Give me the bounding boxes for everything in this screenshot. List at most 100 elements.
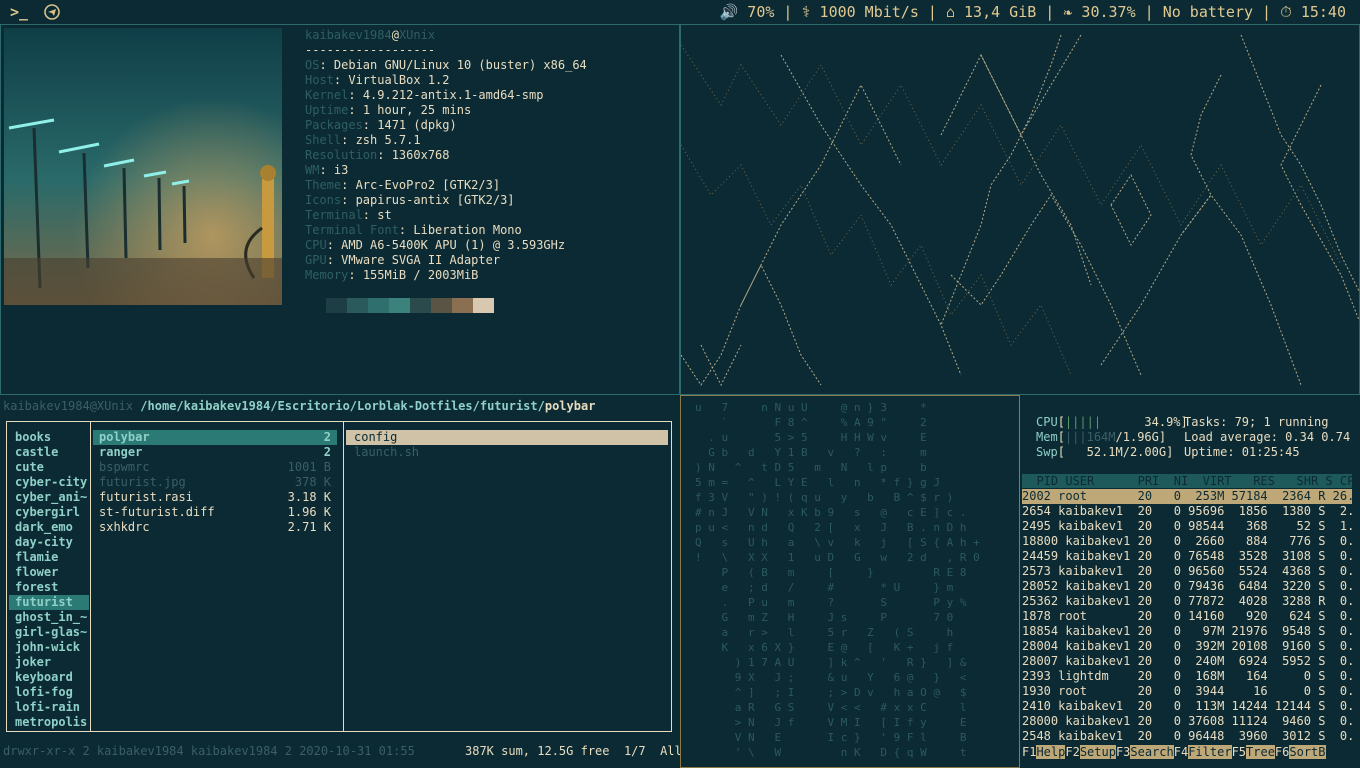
parent-dir-item[interactable]: forest <box>9 580 89 595</box>
matrix-line: u 7 n N u U @ n } 3 * <box>695 401 927 414</box>
matrix-line: Q s U h a \ v k j [ S { A h + <box>695 536 980 549</box>
file-item[interactable]: futurist.rasi 3.18 K <box>93 490 337 505</box>
color-swatch <box>347 298 368 313</box>
info-value: 1471 (dpkg) <box>377 118 457 132</box>
parent-dir-item[interactable]: joker <box>9 655 89 670</box>
status-modules: 🔊 70% | ⚕ 1000 Mbit/s | ⌂ 13,4 GiB | ❧ 3… <box>719 3 1346 21</box>
telegram-icon[interactable] <box>44 4 60 24</box>
ranger-columns: books castle cute cyber-city cyber_ani~ cyber… <box>6 421 672 732</box>
process-row[interactable]: 2573 kaibakev1 20 0 96560 5524 4368 S 0. <box>1022 564 1354 579</box>
system-info: kaibakev1984@XUnix ------------------ OS… <box>305 28 587 282</box>
parent-dir-item[interactable]: futurist <box>9 595 89 610</box>
file-info: 3.18 K <box>287 490 331 504</box>
fkey-label[interactable]: F2 <box>1065 745 1079 759</box>
at-sign: @ <box>391 28 399 42</box>
mem-meter: Mem[|||164M/1.96G] <box>1036 430 1167 444</box>
parent-dir-item[interactable]: cybergirl <box>9 505 89 520</box>
preview-item[interactable]: config <box>346 430 668 445</box>
info-value: Liberation Mono <box>413 223 522 237</box>
fkey-label[interactable]: F5 <box>1232 745 1246 759</box>
ranger-file-manager[interactable]: kaibakev1984@XUnix /home/kaibakev1984/Es… <box>0 395 682 768</box>
parent-dir-item[interactable]: flower <box>9 565 89 580</box>
process-row[interactable]: 28000 kaibakev1 20 0 37608 11124 9460 S … <box>1022 714 1354 729</box>
info-key: OS <box>305 58 320 72</box>
process-row[interactable]: 28004 kaibakev1 20 0 392M 20108 9160 S 0… <box>1022 639 1354 654</box>
info-key: Memory <box>305 268 349 282</box>
fkey-action[interactable]: Setup <box>1079 745 1116 759</box>
matrix-line: p u < n d Q 2 [ x J B . n D h <box>695 521 967 534</box>
fkey-action[interactable]: Help <box>1036 745 1066 759</box>
info-key: GPU <box>305 253 327 267</box>
parent-dir-item[interactable]: lofi-fog <box>9 685 89 700</box>
parent-dir-item[interactable]: girl-glas~ <box>9 625 89 640</box>
process-row[interactable]: 24459 kaibakev1 20 0 76548 3528 3108 S 0… <box>1022 549 1354 564</box>
top-bar: >_ 🔊 70% | ⚕ 1000 Mbit/s | ⌂ 13,4 GiB | … <box>0 0 1360 24</box>
fkey-label[interactable]: F1 <box>1022 745 1036 759</box>
parent-dir-item[interactable]: day-city <box>9 535 89 550</box>
fkey-action[interactable]: SortB <box>1289 745 1326 759</box>
parent-dir-item[interactable]: dark_emo <box>9 520 89 535</box>
parent-dir-item[interactable]: john-wick <box>9 640 89 655</box>
fkey-label[interactable]: F3 <box>1116 745 1130 759</box>
file-item[interactable]: futurist.jpg 378 K <box>93 475 337 490</box>
terminal-icon[interactable]: >_ <box>10 3 28 21</box>
info-value: papirus-antix [GTK2/3] <box>355 193 515 207</box>
process-row[interactable]: 2654 kaibakev1 20 0 95696 1856 1380 S 2. <box>1022 504 1354 519</box>
file-item[interactable]: st-futurist.diff 1.96 K <box>93 505 337 520</box>
file-info: 2 <box>323 445 331 459</box>
file-info: 2.71 K <box>287 520 331 534</box>
process-row[interactable]: 1930 root 20 0 3944 16 0 S 0. <box>1022 684 1354 699</box>
file-name: st-futurist.diff <box>99 505 215 519</box>
process-row[interactable]: 2548 kaibakev1 20 0 96448 3960 3012 S 0. <box>1022 729 1354 744</box>
parent-dir-item[interactable]: cyber-city <box>9 475 89 490</box>
color-palette <box>326 298 494 313</box>
info-value: st <box>377 208 392 222</box>
matrix-text: u 7 n N u U @ n } 3 * ` F 8 ^ % A 9 " 2 … <box>695 400 980 760</box>
info-value: Arc-EvoPro2 [GTK2/3] <box>355 178 501 192</box>
uptime: Uptime: 01:25:45 <box>1184 445 1300 459</box>
parent-dir-item[interactable]: keyboard <box>9 670 89 685</box>
fkey-label[interactable]: F6 <box>1275 745 1289 759</box>
fkey-label[interactable]: F4 <box>1174 745 1188 759</box>
matrix-rain-pane: u 7 n N u U @ n } 3 * ` F 8 ^ % A 9 " 2 … <box>680 395 1020 768</box>
info-key: Host <box>305 73 334 87</box>
parent-dir-item[interactable]: metropolis <box>9 715 89 730</box>
parent-dir-item[interactable]: ghost_in_~ <box>9 610 89 625</box>
parent-dir-item[interactable]: cute <box>9 460 89 475</box>
parent-dir-item[interactable]: castle <box>9 445 89 460</box>
fkey-action[interactable]: Filter <box>1188 745 1232 759</box>
process-row[interactable]: 28007 kaibakev1 20 0 240M 6924 5952 S 0. <box>1022 654 1354 669</box>
matrix-line: . u 5 > 5 H H W v E <box>695 431 927 444</box>
process-row[interactable]: 28052 kaibakev1 20 0 79436 6484 3220 S 0… <box>1022 579 1354 594</box>
info-value: 155MiB / 2003MiB <box>362 268 479 282</box>
process-row[interactable]: 2002 root 20 0 253M 57184 2364 R 26. <box>1022 489 1354 504</box>
info-key: Shell <box>305 133 342 147</box>
process-row[interactable]: 2393 lightdm 20 0 168M 164 0 S 0. <box>1022 669 1354 684</box>
preview-item[interactable]: launch.sh <box>346 445 668 460</box>
file-item[interactable]: polybar 2 <box>93 430 337 445</box>
process-row[interactable]: 25362 kaibakev1 20 0 77872 4028 3288 R 0… <box>1022 594 1354 609</box>
parent-dir-item[interactable]: books <box>9 430 89 445</box>
process-row[interactable]: 18854 kaibakev1 20 0 97M 21976 9548 S 0. <box>1022 624 1354 639</box>
fkey-action[interactable]: Tree <box>1246 745 1275 759</box>
parent-dir-item[interactable]: flamie <box>9 550 89 565</box>
process-table-header[interactable]: PID USER PRI NI VIRT RES SHR S CPU <box>1022 474 1360 488</box>
fkey-action[interactable]: Search <box>1130 745 1174 759</box>
file-item[interactable]: bspwmrc 1001 B <box>93 460 337 475</box>
ranger-path-dir: /home/kaibakev1984/Escritorio/Lorblak-Do… <box>140 399 545 413</box>
parent-dir-item[interactable]: lofi-rain <box>9 700 89 715</box>
separator-rule: ------------------ <box>305 43 436 57</box>
process-row[interactable]: 2410 kaibakev1 20 0 113M 14244 12144 S 0… <box>1022 699 1354 714</box>
info-key: Terminal Font <box>305 223 399 237</box>
htop-monitor[interactable]: CPU[||||| 34.9%] Mem[|||164M/1.96G] Swp[… <box>1020 395 1360 768</box>
process-row[interactable]: 2495 kaibakev1 20 0 98544 368 52 S 1. <box>1022 519 1354 534</box>
process-row[interactable]: 1878 root 20 0 14160 920 624 S 0. <box>1022 609 1354 624</box>
parent-dir-item[interactable]: cyber_ani~ <box>9 490 89 505</box>
process-row[interactable]: 18800 kaibakev1 20 0 2660 884 776 S 0. <box>1022 534 1354 549</box>
neofetch-terminal[interactable]: kaibakev1984@XUnix ------------------ OS… <box>0 24 680 395</box>
file-item[interactable]: ranger 2 <box>93 445 337 460</box>
file-name: futurist.rasi <box>99 490 193 504</box>
file-item[interactable]: sxhkdrc 2.71 K <box>93 520 337 535</box>
cpu-meter: CPU[||||| 34.9%] <box>1036 415 1188 429</box>
file-info: 378 K <box>294 475 331 489</box>
